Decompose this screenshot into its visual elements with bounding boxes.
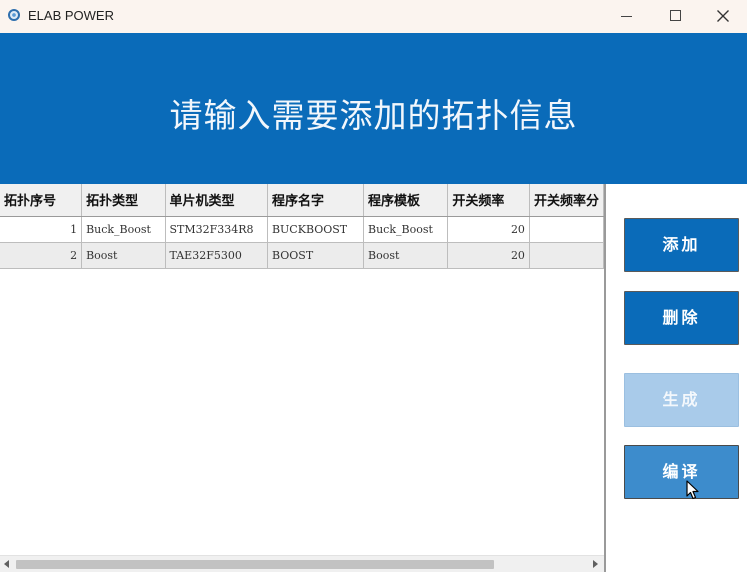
cell-switch-frequency[interactable]: 20 [447,242,530,269]
add-button[interactable]: 添加 [624,218,739,272]
cell-mcu-type[interactable]: STM32F334R8 [165,216,268,243]
close-button[interactable] [700,0,746,33]
horizontal-scrollbar[interactable] [0,555,604,572]
app-logo-icon [8,9,20,21]
cell-topology-type[interactable]: Boost [81,242,166,269]
close-icon [717,10,729,22]
cell-program-name[interactable]: BOOST [267,242,365,269]
delete-button[interactable]: 删除 [624,291,739,345]
cell-program-template[interactable]: Buck_Boost [363,216,449,243]
cell-topology-type[interactable]: Buck_Boost [81,216,166,243]
cell-mcu-type[interactable]: TAE32F5300 [165,242,268,269]
page-title: 请输入需要添加的拓扑信息 [169,96,578,135]
action-panel: 添加 删除 生成 编译 [606,184,747,572]
table-header-row: 拓扑序号 拓扑类型 单片机类型 程序名字 程序模板 开关频率 开关频率分 [0,184,604,217]
column-header-switch-frequency-extra[interactable]: 开关频率分 [529,184,604,217]
generate-button[interactable]: 生成 [624,373,739,427]
minimize-button[interactable] [604,0,650,33]
compile-button[interactable]: 编译 [624,445,739,499]
cell-switch-frequency-extra[interactable] [529,242,604,269]
column-header-program-name[interactable]: 程序名字 [267,184,365,217]
cell-topology-index[interactable]: 2 [0,242,83,269]
column-header-topology-index[interactable]: 拓扑序号 [0,184,83,217]
cell-switch-frequency[interactable]: 20 [447,216,530,243]
title-bar: ELAB POWER [0,0,747,33]
cell-program-template[interactable]: Boost [363,242,449,269]
maximize-button[interactable] [652,0,698,33]
topology-table[interactable]: 拓扑序号 拓扑类型 单片机类型 程序名字 程序模板 开关频率 开关频率分 1 B… [0,184,606,572]
column-header-mcu-type[interactable]: 单片机类型 [165,184,268,217]
scroll-left-icon[interactable] [4,560,9,568]
cell-topology-index[interactable]: 1 [0,216,83,243]
table-row[interactable]: 1 Buck_Boost STM32F334R8 BUCKBOOST Buck_… [0,216,604,243]
cell-switch-frequency-extra[interactable] [529,216,604,243]
table-row[interactable]: 2 Boost TAE32F5300 BOOST Boost 20 [0,242,604,269]
column-header-program-template[interactable]: 程序模板 [363,184,449,217]
cell-program-name[interactable]: BUCKBOOST [267,216,365,243]
column-header-switch-frequency[interactable]: 开关频率 [447,184,530,217]
scroll-right-icon[interactable] [593,560,598,568]
column-header-topology-type[interactable]: 拓扑类型 [81,184,166,217]
mouse-pointer-icon [686,480,699,500]
scrollbar-thumb[interactable] [16,560,494,569]
window-title: ELAB POWER [28,8,114,23]
header-banner: 请输入需要添加的拓扑信息 [0,33,747,184]
